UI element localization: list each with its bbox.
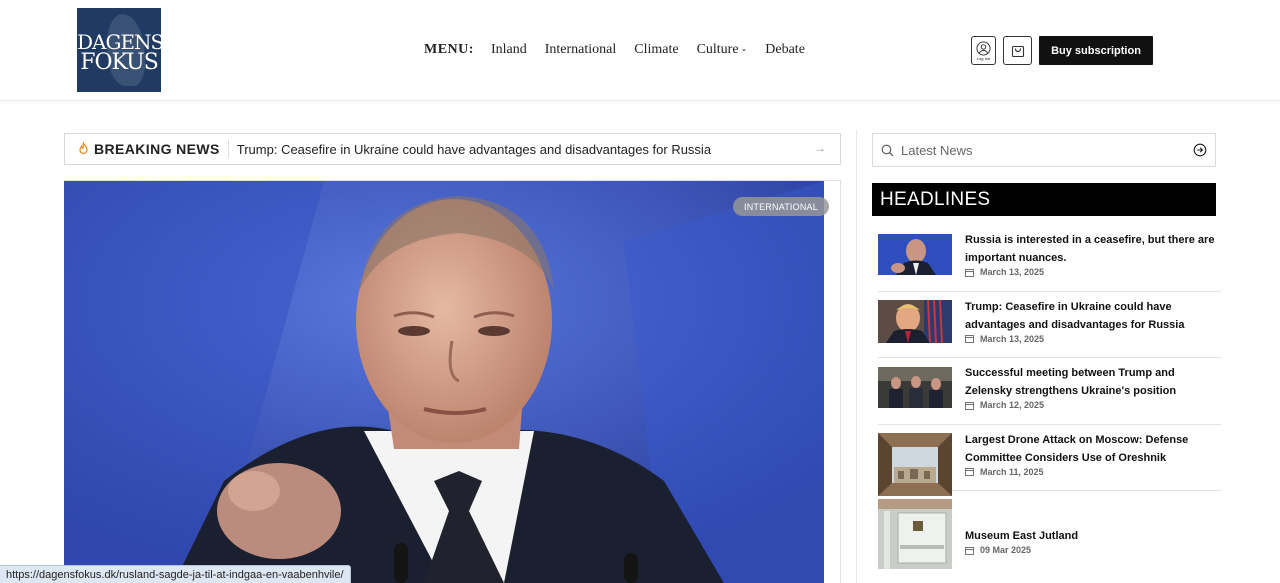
nav-item-culture[interactable]: Culture ⌄ (697, 42, 748, 58)
list-item[interactable]: Trump: Ceasefire in Ukraine could have a… (878, 292, 1221, 358)
headline-title[interactable]: Largest Drone Attack on Moscow: Defense … (965, 431, 1221, 467)
headline-date-text: March 13, 2025 (980, 267, 1045, 277)
calendar-icon (965, 268, 974, 277)
site-header: DAGENS FOKUS MENU: Inland International … (0, 0, 1280, 101)
calendar-icon (965, 401, 974, 410)
calendar-icon (965, 335, 974, 343)
fire-icon (77, 142, 91, 156)
headline-title[interactable]: Museum East Jutland (965, 527, 1221, 545)
nav-item-debate[interactable]: Debate (765, 42, 805, 58)
nav-item-climate[interactable]: Climate (634, 42, 678, 58)
sidebar-search (872, 133, 1216, 167)
shopping-bag-icon (1011, 45, 1024, 58)
headline-date: 09 Mar 2025 (965, 545, 1031, 555)
nav-item-culture-label: Culture (696, 42, 739, 57)
headline-date-text: 09 Mar 2025 (980, 545, 1032, 555)
thumbnail[interactable] (878, 432, 952, 496)
logo-line-2: FOKUS (80, 50, 159, 75)
headline-title[interactable]: Russia is interested in a ceasefire, but… (965, 231, 1221, 267)
headline-date-text: March 11, 2025 (980, 466, 1044, 477)
headlines-list: Russia is interested in a ceasefire, but… (878, 225, 1221, 581)
thumbnail[interactable] (878, 234, 952, 275)
list-item[interactable]: Museum East Jutland 09 Mar 2025 (878, 491, 1221, 581)
cart-button[interactable] (1003, 36, 1032, 65)
arrow-right-icon[interactable]: → (814, 141, 826, 155)
hero-image[interactable] (64, 181, 824, 583)
search-icon (881, 143, 895, 157)
thumbnail[interactable] (878, 299, 952, 343)
user-icon (976, 40, 991, 56)
nav-item-international[interactable]: International (545, 42, 617, 58)
thumbnail[interactable] (878, 367, 952, 408)
breaking-news-label: BREAKING NEWS (94, 141, 220, 157)
headline-date-text: March 12, 2025 (980, 400, 1045, 410)
headline-title[interactable]: Successful meeting between Trump and Zel… (965, 364, 1221, 400)
chevron-down-icon: ⌄ (740, 44, 748, 53)
browser-status-url: https://dagensfokus.dk/rusland-sagde-ja-… (0, 565, 351, 583)
headline-title[interactable]: Trump: Ceasefire in Ukraine could have a… (965, 298, 1221, 334)
headline-date-text: March 13, 2025 (980, 333, 1045, 344)
menu-label: MENU: (424, 42, 474, 57)
nav-item-inland[interactable]: Inland (491, 42, 527, 58)
divider (227, 140, 229, 158)
calendar-icon (965, 546, 974, 555)
headline-date: March 11, 2025 (965, 467, 1044, 477)
headline-date: March 12, 2025 (965, 400, 1044, 410)
logo-line-1: DAGENS (77, 30, 161, 54)
list-item[interactable]: Russia is interested in a ceasefire, but… (878, 225, 1221, 292)
login-button[interactable]: Log Ind (971, 36, 996, 65)
breaking-news-headline[interactable]: Trump: Ceasefire in Ukraine could have a… (237, 142, 711, 157)
headline-date: March 13, 2025 (965, 267, 1044, 277)
category-badge[interactable]: INTERNATIONAL (733, 197, 829, 216)
search-input[interactable] (901, 142, 1181, 158)
column-divider (856, 130, 857, 583)
thumbnail[interactable] (878, 499, 952, 569)
calendar-icon (965, 468, 974, 476)
list-item[interactable]: Largest Drone Attack on Moscow: Defense … (878, 425, 1221, 496)
login-caption: Log Ind (976, 55, 991, 61)
main-nav: MENU: Inland International Climate Cultu… (424, 41, 823, 59)
headline-date: March 13, 2025 (965, 334, 1044, 344)
hero-photo-illustration (64, 181, 824, 583)
site-logo[interactable]: DAGENS FOKUS (77, 8, 161, 92)
buy-subscription-button[interactable]: Buy subscription (1039, 36, 1153, 65)
headlines-title: HEADLINES (872, 183, 1216, 216)
breaking-news-bar: BREAKING NEWS Trump: Ceasefire in Ukrain… (64, 133, 841, 165)
list-item[interactable]: Successful meeting between Trump and Zel… (878, 358, 1221, 425)
arrow-circle-right-icon[interactable] (1193, 143, 1207, 157)
